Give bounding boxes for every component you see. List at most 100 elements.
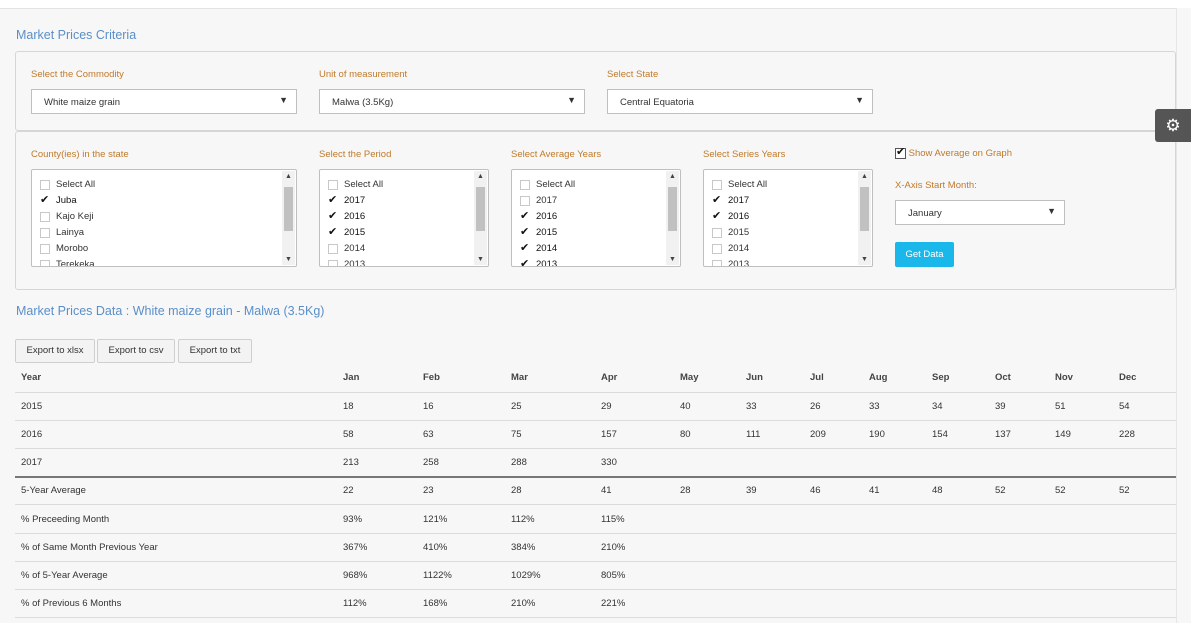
table-row: % of Previous 6 Months 112% 168% 210% 221%: [15, 589, 1176, 618]
export-xlsx-button[interactable]: Export to xlsx: [15, 339, 95, 363]
checkbox[interactable]: [40, 193, 50, 206]
chevron-down-icon: ▼: [855, 95, 864, 105]
table-cell: 288: [511, 457, 527, 468]
checkbox[interactable]: [40, 228, 50, 238]
average-years-listbox[interactable]: Select All 2017 2016 2015 2014 2013 ▲▼: [511, 169, 681, 267]
checkbox[interactable]: [712, 260, 722, 266]
list-item-label: 2013: [728, 259, 750, 267]
list-item-label: 2016: [536, 211, 558, 222]
list-item-label: Lainya: [56, 227, 84, 238]
list-item-label: Select All: [728, 179, 768, 190]
checkbox[interactable]: [712, 193, 722, 206]
table-cell: 29: [601, 401, 612, 412]
list-item-label: 2017: [344, 195, 366, 206]
gear-icon[interactable]: ⚙: [1155, 109, 1191, 142]
row-label: % of Previous 6 Months: [21, 598, 122, 609]
column-header: Mar: [511, 372, 528, 383]
scrollbar[interactable]: ▲ ▼: [282, 171, 295, 265]
series-years-listbox[interactable]: Select All 2017 2016 2015 2014 2013 ▲▼: [703, 169, 873, 267]
checkbox[interactable]: [328, 244, 338, 254]
checkbox[interactable]: [328, 225, 338, 238]
start-month-select[interactable]: January ▼: [895, 200, 1065, 225]
checkbox[interactable]: [712, 209, 722, 222]
checkbox[interactable]: [712, 244, 722, 254]
scrollbar[interactable]: ▲ ▼: [858, 171, 871, 265]
show-average-checkbox[interactable]: [895, 145, 906, 159]
table-cell: 1122%: [423, 570, 452, 581]
commodity-select[interactable]: White maize grain ▼: [31, 89, 297, 114]
list-item-label: 2013: [536, 259, 558, 267]
row-label: 5-Year Average: [21, 485, 86, 496]
period-listbox[interactable]: Select All 2017 2016 2015 2014 2013 ▲▼: [319, 169, 489, 267]
table-cell: 111: [746, 429, 761, 440]
table-cell: 75: [511, 429, 522, 440]
state-select[interactable]: Central Equatoria ▼: [607, 89, 873, 114]
checkbox[interactable]: [520, 241, 530, 254]
checkbox[interactable]: [520, 257, 530, 266]
column-header: Year: [21, 372, 42, 383]
table-cell: 80: [680, 429, 691, 440]
counties-listbox[interactable]: Select All Juba Kajo Keji Lainya Morobo Terek…: [31, 169, 297, 267]
checkbox[interactable]: [328, 193, 338, 206]
table-cell: 48: [932, 485, 943, 496]
checkbox[interactable]: [40, 244, 50, 254]
table-cell: 41: [869, 485, 880, 496]
list-item-label: 2016: [344, 211, 366, 222]
table-cell: 33: [746, 401, 757, 412]
checkbox[interactable]: [520, 225, 530, 238]
scrollbar[interactable]: ▲ ▼: [666, 171, 679, 265]
checkbox[interactable]: [520, 180, 530, 190]
unit-select[interactable]: Malwa (3.5Kg) ▼: [319, 89, 585, 114]
export-csv-button[interactable]: Export to csv: [97, 339, 175, 363]
table-cell: 51: [1055, 401, 1066, 412]
checkbox[interactable]: [328, 209, 338, 222]
table-cell: 40: [680, 401, 691, 412]
show-average-toggle[interactable]: Show Average on Graph: [895, 145, 1012, 159]
table-cell: 115%: [601, 514, 625, 525]
table-cell: 33: [869, 401, 880, 412]
checkbox[interactable]: [712, 180, 722, 190]
list-item-label: Kajo Keji: [56, 211, 94, 222]
checkbox[interactable]: [520, 209, 530, 222]
list-item-label: Select All: [344, 179, 384, 190]
scrollbar[interactable]: ▲ ▼: [474, 171, 487, 265]
table-cell: 228: [1119, 429, 1135, 440]
top-bar: [0, 0, 1191, 9]
chevron-down-icon: ▼: [279, 95, 288, 105]
column-header: Jul: [810, 372, 824, 383]
table-row: 5-Year Average 22 23 28 41 28 39 46 41 48 52 52 52: [15, 476, 1176, 505]
table-cell: 46: [810, 485, 821, 496]
get-data-button[interactable]: Get Data: [895, 242, 954, 267]
series-years-label: Select Series Years: [703, 149, 786, 160]
checkbox[interactable]: [40, 260, 50, 266]
list-item-label: 2015: [536, 227, 558, 238]
table-row: % of Same Month Previous Year 367% 410% 384…: [15, 533, 1176, 562]
table-cell: 258: [423, 457, 439, 468]
checkbox[interactable]: [40, 180, 50, 190]
checkbox[interactable]: [328, 260, 338, 266]
checkbox[interactable]: [328, 180, 338, 190]
checkbox[interactable]: [712, 228, 722, 238]
export-txt-button[interactable]: Export to txt: [178, 339, 252, 363]
row-label: 2016: [21, 429, 43, 440]
list-item-label: Terekeka: [56, 259, 95, 267]
column-header: Oct: [995, 372, 1011, 383]
row-label: % Preceeding Month: [21, 514, 110, 525]
table-cell: 23: [423, 485, 434, 496]
table-cell: 168%: [423, 598, 448, 609]
chevron-down-icon: ▼: [1047, 206, 1056, 216]
table-row: 2015 18 16 25 29 40 33 26 33 34 39 51 54: [15, 392, 1176, 421]
column-header: Aug: [869, 372, 888, 383]
table-cell: 968%: [343, 570, 368, 581]
table-cell: 149: [1055, 429, 1071, 440]
checkbox[interactable]: [40, 212, 50, 222]
state-label: Select State: [607, 69, 659, 80]
table-row: 2016 58 63 75 157 80 111 209 190 154 137 149 228: [15, 420, 1176, 449]
data-title: Market Prices Data : White maize grain -…: [16, 304, 325, 318]
table-cell: 26: [810, 401, 821, 412]
table-cell: 39: [995, 401, 1006, 412]
period-label: Select the Period: [319, 149, 392, 160]
checkbox[interactable]: [520, 196, 530, 206]
table-cell: 58: [343, 429, 354, 440]
table-cell: 41: [601, 485, 612, 496]
